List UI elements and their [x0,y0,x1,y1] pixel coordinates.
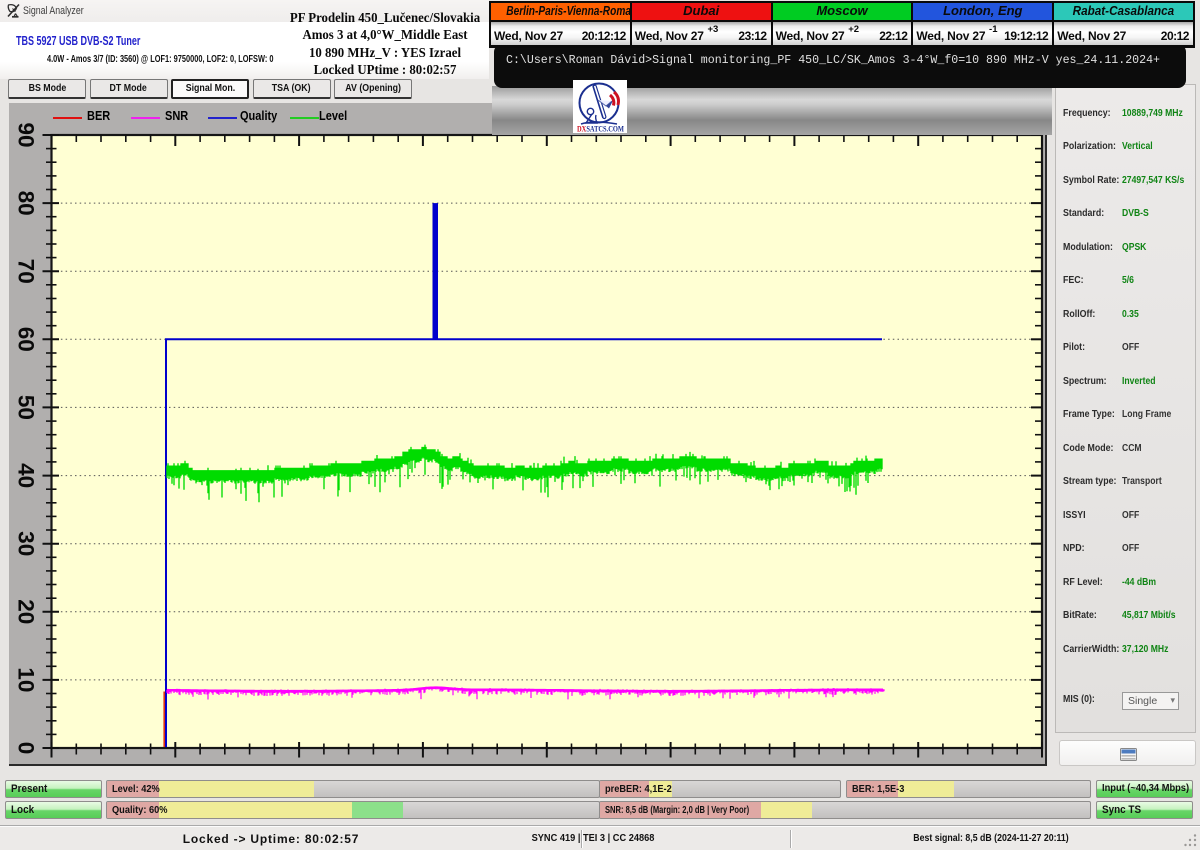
svg-text:80: 80 [14,191,39,216]
svg-text:DXSATCS.COM: DXSATCS.COM [577,124,624,134]
svg-text:10: 10 [14,667,39,692]
svg-text:40: 40 [14,463,39,488]
svg-text:30: 30 [14,531,39,556]
svg-text:70: 70 [14,259,39,284]
svg-text:90: 90 [14,122,39,147]
svg-text:20: 20 [14,599,39,624]
svg-text:60: 60 [14,327,39,352]
svg-text:50: 50 [14,395,39,420]
svg-text:0: 0 [14,742,39,755]
